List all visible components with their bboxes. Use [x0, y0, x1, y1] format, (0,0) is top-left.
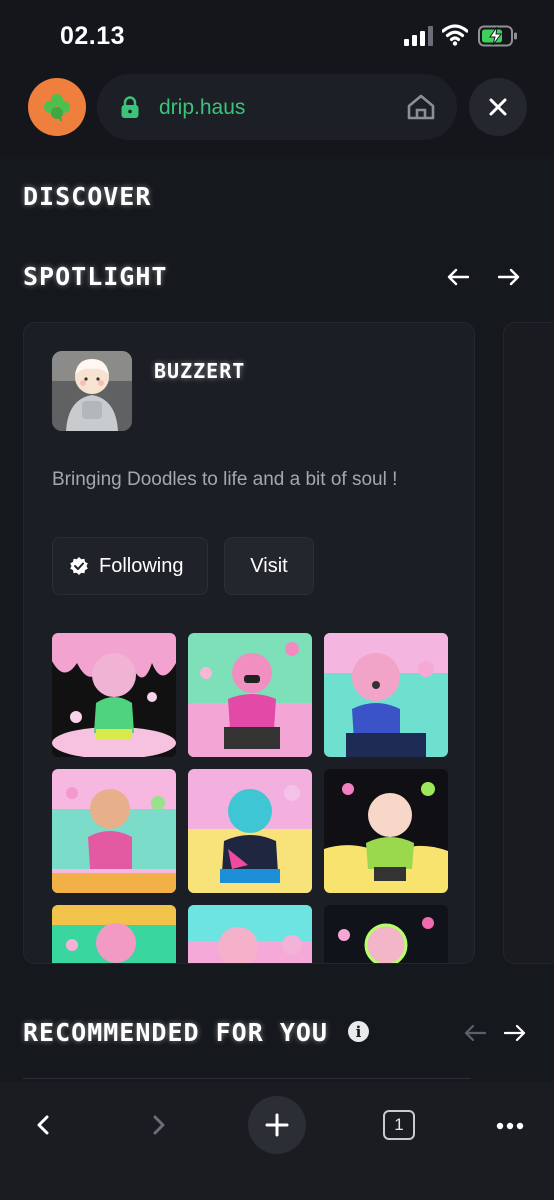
status-time: 02.13 — [60, 22, 126, 50]
artwork-thumbnail[interactable] — [324, 633, 448, 757]
lock-icon — [121, 96, 139, 118]
new-tab-button[interactable] — [248, 1096, 306, 1154]
wifi-icon — [442, 24, 468, 46]
artwork-thumbnail[interactable] — [324, 769, 448, 893]
artwork-thumbnail[interactable] — [188, 905, 312, 963]
artwork-thumbnail[interactable] — [188, 769, 312, 893]
url-text: drip.haus — [159, 96, 246, 119]
arrow-right-icon[interactable] — [498, 268, 520, 286]
recommended-heading: RECOMMENDED FOR YOU — [23, 1018, 328, 1047]
spotlight-card[interactable]: BUZZERT Bringing Doodles to life and a b… — [23, 322, 475, 964]
discover-heading: DISCOVER — [23, 182, 152, 211]
creator-bio: Bringing Doodles to life and a bit of so… — [52, 469, 398, 490]
plus-icon — [265, 1113, 289, 1137]
artwork-thumbnail[interactable] — [52, 905, 176, 963]
creator-avatar[interactable] — [52, 351, 132, 431]
signal-icon — [404, 26, 433, 46]
home-icon[interactable] — [407, 94, 435, 120]
artwork-thumbnail[interactable] — [52, 769, 176, 893]
back-icon[interactable] — [36, 1115, 50, 1135]
visit-label: Visit — [250, 554, 288, 577]
browser-bottom-bar: 1 — [0, 1082, 554, 1200]
more-icon[interactable] — [496, 1122, 524, 1130]
following-label: Following — [99, 554, 184, 577]
artwork-thumbnail[interactable] — [324, 905, 448, 963]
clover-icon[interactable] — [28, 78, 86, 136]
battery-charging-icon — [478, 25, 517, 47]
close-icon — [489, 98, 507, 116]
status-bar: 02.13 — [0, 0, 554, 70]
arrow-left-icon[interactable] — [447, 268, 469, 286]
tab-count: 1 — [394, 1115, 404, 1134]
arrow-right-icon[interactable] — [504, 1024, 526, 1042]
forward-icon[interactable] — [152, 1115, 166, 1135]
verified-icon — [70, 557, 88, 575]
close-button[interactable] — [469, 78, 527, 136]
next-spotlight-card-peek[interactable] — [503, 322, 554, 964]
tabs-icon[interactable]: 1 — [383, 1110, 415, 1140]
address-bar[interactable]: drip.haus — [97, 74, 457, 140]
artwork-thumbnail[interactable] — [52, 633, 176, 757]
artwork-thumbnail[interactable] — [188, 633, 312, 757]
info-icon[interactable]: i — [348, 1021, 369, 1042]
following-button[interactable]: Following — [52, 537, 208, 595]
page-content: DISCOVER SPOTLIGHT BUZZERT Bringing Dood… — [0, 158, 554, 1082]
visit-button[interactable]: Visit — [224, 537, 314, 595]
browser-toolbar: drip.haus — [0, 70, 554, 158]
arrow-left-icon[interactable] — [464, 1024, 486, 1042]
spotlight-heading: SPOTLIGHT — [23, 262, 168, 291]
creator-name[interactable]: BUZZERT — [154, 359, 245, 383]
